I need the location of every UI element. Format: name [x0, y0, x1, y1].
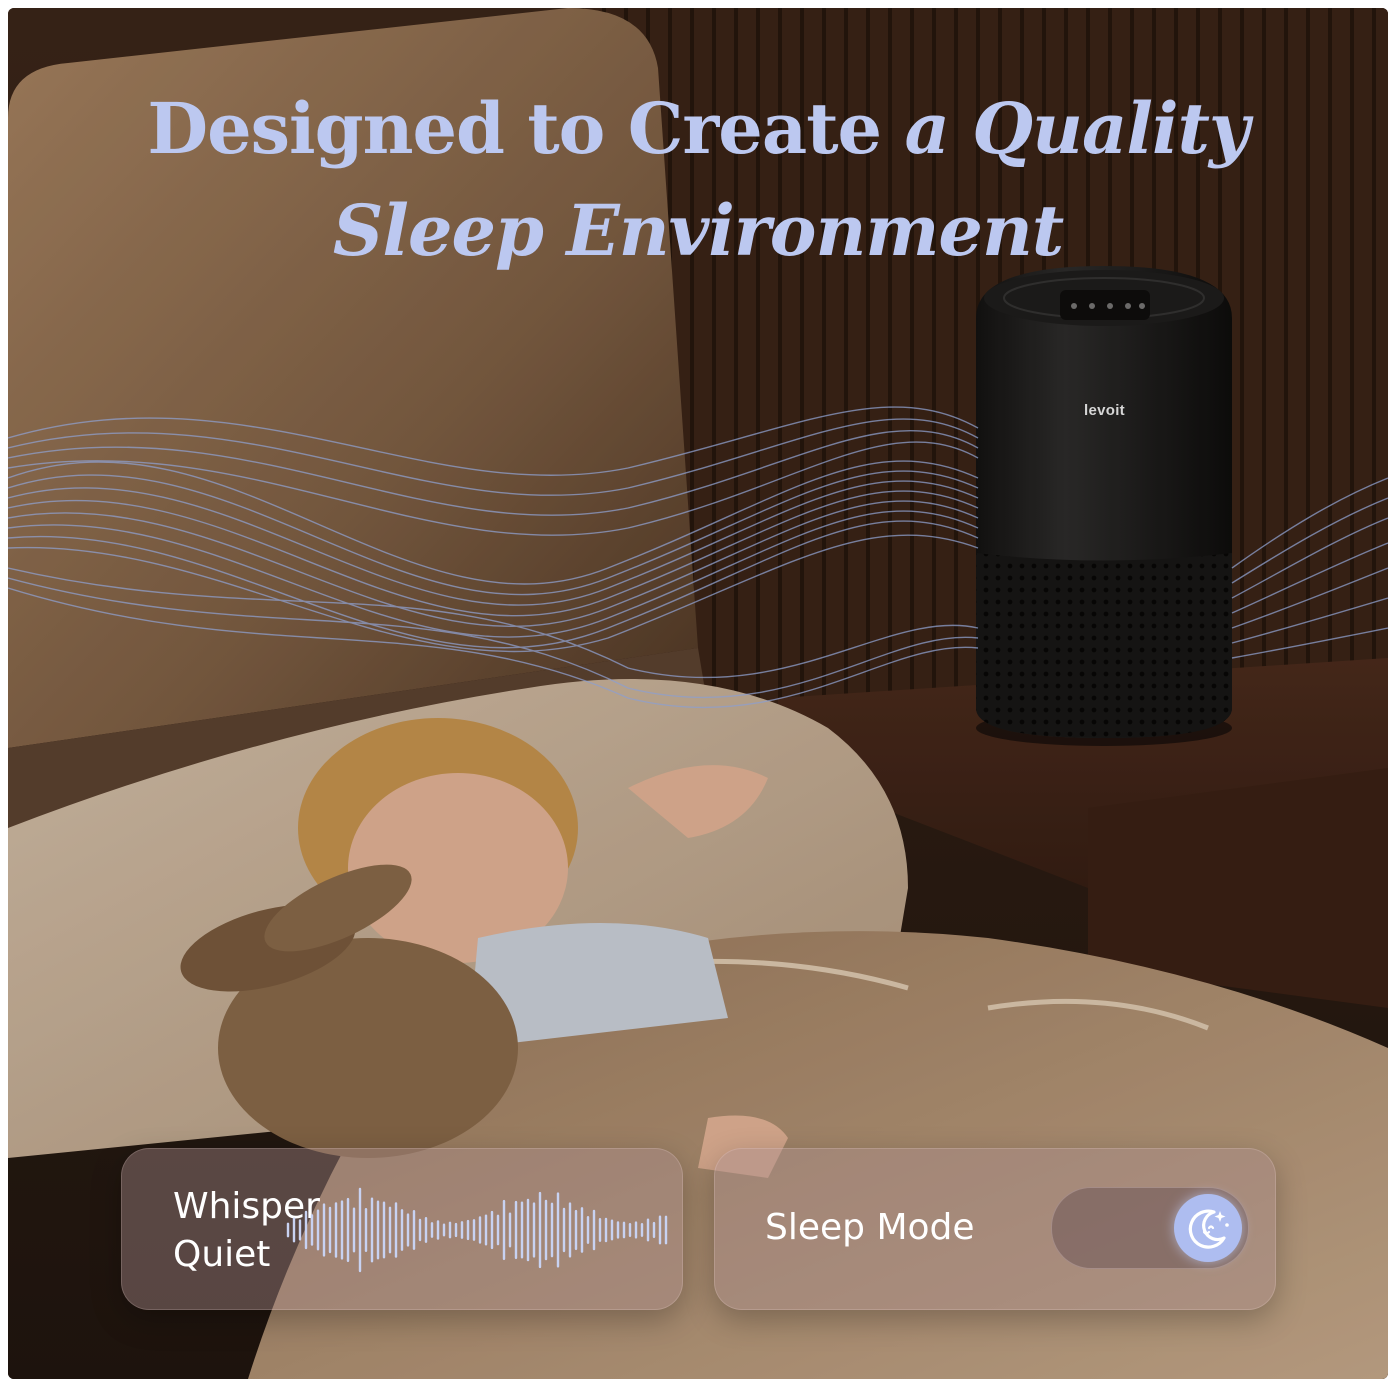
headline-line-2: Sleep Environment — [332, 189, 1064, 272]
whisper-quiet-card: Whisper Quiet — [121, 1148, 683, 1310]
brand-logo: levoit — [1084, 402, 1125, 419]
sleep-mode-toggle[interactable] — [1051, 1187, 1249, 1269]
headline-part-2: a Quality — [904, 87, 1249, 170]
sleep-mode-label: Sleep Mode — [765, 1207, 975, 1248]
headline: Designed to Create a Quality Sleep Envir… — [8, 78, 1388, 282]
headline-line-1: Designed to Create a Quality — [8, 78, 1388, 180]
product-image: Designed to Create a Quality Sleep Envir… — [8, 8, 1388, 1379]
headline-part-1: Designed to Create — [147, 87, 882, 170]
sleep-mode-card: Sleep Mode — [714, 1148, 1276, 1310]
toggle-knob — [1174, 1194, 1242, 1262]
sound-wave-icon — [286, 1187, 668, 1273]
moon-stars-icon — [1188, 1209, 1229, 1249]
